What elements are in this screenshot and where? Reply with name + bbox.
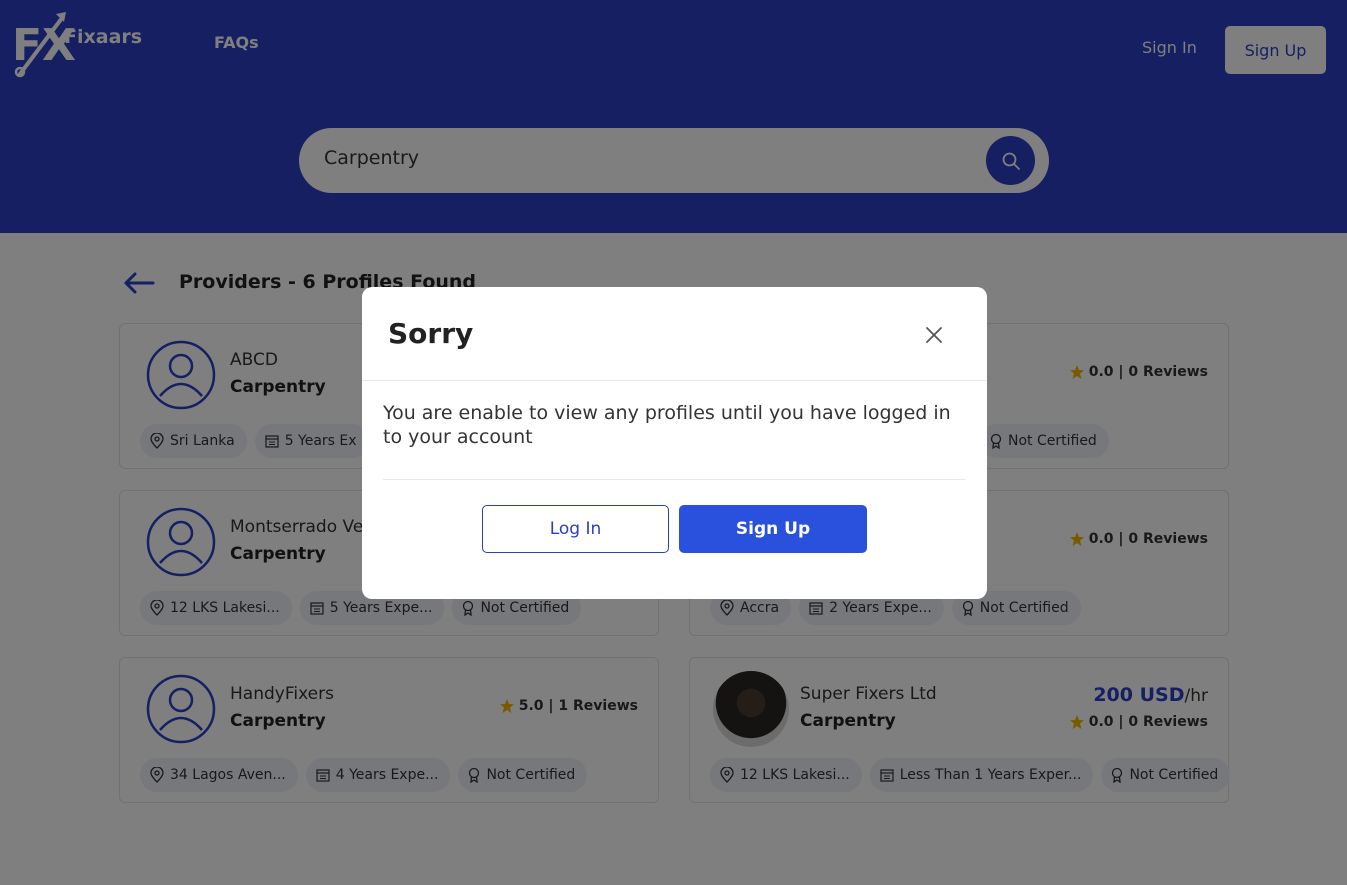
close-icon[interactable] [922,323,946,347]
dialog-title: Sorry [388,317,474,350]
sign-up-button[interactable]: Sign Up [679,505,867,553]
sorry-dialog: Sorry You are enable to view any profile… [362,287,987,599]
dialog-divider [383,479,966,480]
dialog-message: You are enable to view any profiles unti… [383,402,951,448]
dialog-divider [362,380,987,381]
log-in-button[interactable]: Log In [482,505,669,553]
